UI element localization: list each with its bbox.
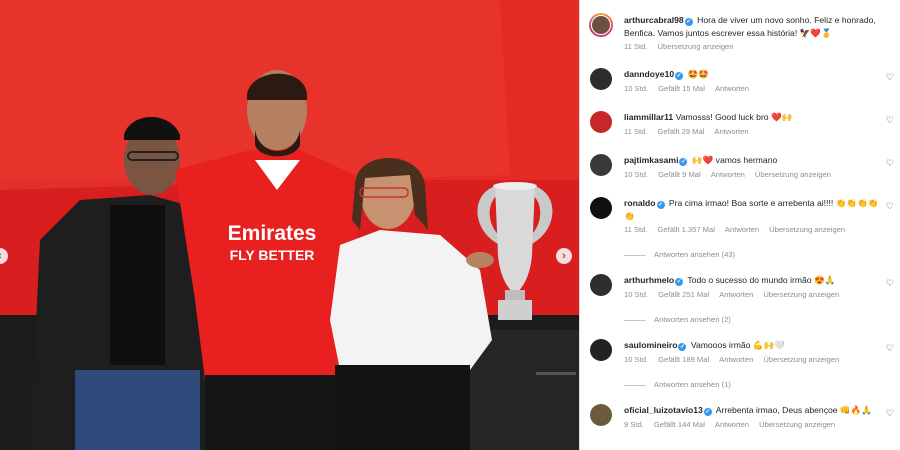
comment-username[interactable]: pajtimkasami <box>624 155 678 165</box>
chevron-left-icon: ‹ <box>0 250 2 262</box>
comment-text: 🙌❤️ vamos hermano <box>691 155 778 165</box>
heart-outline-icon[interactable]: ♡ <box>886 72 894 83</box>
comment-time: 10 Std. <box>624 354 649 364</box>
avatar[interactable] <box>590 404 612 426</box>
comment-username[interactable]: saulomineiro <box>624 340 677 350</box>
verified-badge-icon: ✓ <box>679 158 688 166</box>
avatar[interactable] <box>590 339 612 361</box>
verified-badge-icon: ✓ <box>703 408 712 416</box>
reply-button[interactable]: Antworten <box>725 225 759 234</box>
post-photo-illustration: Emirates FLY BETTER <box>0 0 579 450</box>
comment-text: Todo o sucesso do mundo irmão 😍🙏 <box>687 275 836 285</box>
comment-time: 11 Std. <box>624 126 648 136</box>
comment-likes[interactable]: Gefällt 9 Mal <box>658 170 701 179</box>
comment-username[interactable]: danndoye10 <box>624 69 674 79</box>
verified-badge-icon: ✓ <box>684 18 693 26</box>
reply-button[interactable]: Antworten <box>711 170 745 179</box>
comment-time: 10 Std. <box>624 169 649 179</box>
comment-text: Arrebenta irmao, Deus abençoe 👊🔥🙏 <box>715 405 873 415</box>
translate-button[interactable]: Übersetzung anzeigen <box>759 420 835 429</box>
reply-button[interactable]: Antworten <box>715 84 749 93</box>
translate-button[interactable]: Übersetzung anzeigen <box>763 355 839 364</box>
avatar[interactable] <box>590 68 612 90</box>
reply-button[interactable]: Antworten <box>715 420 749 429</box>
comment-likes[interactable]: Gefällt 15 Mal <box>658 84 705 93</box>
view-replies-button[interactable]: Antworten ansehen (43) <box>624 250 735 259</box>
verified-badge-icon: ✓ <box>656 201 665 209</box>
avatar[interactable] <box>589 13 613 37</box>
comment-likes[interactable]: Gefällt 189 Mal <box>658 355 709 364</box>
comment-likes[interactable]: Gefällt 251 Mal <box>658 290 709 299</box>
comment-time: 11 Std. <box>624 225 648 234</box>
avatar[interactable] <box>590 154 612 176</box>
next-photo-button[interactable]: › <box>556 248 572 264</box>
comment-time: 10 Std. <box>624 83 649 93</box>
avatar[interactable] <box>590 111 612 133</box>
heart-outline-icon[interactable]: ♡ <box>886 343 894 354</box>
translate-button[interactable]: Übersetzung anzeigen <box>769 225 845 234</box>
reply-button[interactable]: Antworten <box>719 290 753 299</box>
heart-outline-icon[interactable]: ♡ <box>886 115 894 126</box>
avatar[interactable] <box>590 197 612 219</box>
jersey-sponsor-line2: FLY BETTER <box>230 247 315 263</box>
comments-panel: arthurcabral98 ✓ Hora de viver um novo so… <box>579 0 900 450</box>
comment-username[interactable]: arthurhmelo <box>624 275 674 285</box>
caption-username[interactable]: arthurcabral98 <box>624 15 684 25</box>
comment-text: Vamooos irmão 💪🙌🤍 <box>690 340 785 350</box>
heart-outline-icon[interactable]: ♡ <box>886 201 894 212</box>
comment-likes[interactable]: Gefällt 1.357 Mal <box>658 225 715 234</box>
comment-likes[interactable]: Gefällt 144 Mal <box>654 420 705 429</box>
translate-button[interactable]: Übersetzung anzeigen <box>755 170 831 179</box>
verified-badge-icon: ✓ <box>675 278 684 286</box>
heart-outline-icon[interactable]: ♡ <box>886 408 894 419</box>
comment-username[interactable]: oficial_luizotavio13 <box>624 405 703 415</box>
reply-button[interactable]: Antworten <box>714 127 748 136</box>
comment-username[interactable]: liammillar11 <box>624 112 673 122</box>
view-replies-button[interactable]: Antworten ansehen (1) <box>624 380 731 389</box>
reply-button[interactable]: Antworten <box>719 355 753 364</box>
comment-text: Vamosss! Good luck bro ❤️🙌 <box>675 112 793 122</box>
avatar[interactable] <box>590 274 612 296</box>
view-replies-button[interactable]: Antworten ansehen (2) <box>624 315 731 324</box>
comment-likes[interactable]: Gefällt 29 Mal <box>658 127 705 136</box>
heart-outline-icon[interactable]: ♡ <box>886 278 894 289</box>
comment-text: 🤩🤩 <box>687 69 709 79</box>
verified-badge-icon: ✓ <box>675 72 684 80</box>
verified-badge-icon: ✓ <box>678 343 687 351</box>
jersey-sponsor-line1: Emirates <box>228 222 317 245</box>
comment-time: 9 Std. <box>624 419 644 429</box>
comment-time: 10 Std. <box>624 289 649 299</box>
comment-username[interactable]: ronaldo <box>624 198 656 208</box>
chevron-right-icon: › <box>562 250 566 262</box>
translate-button[interactable]: Übersetzung anzeigen <box>763 290 839 299</box>
translate-button[interactable]: Übersetzung anzeigen <box>658 42 734 51</box>
post-photo: Emirates FLY BETTER ‹ › <box>0 0 579 450</box>
caption-time: 11 Std. <box>624 42 648 51</box>
heart-outline-icon[interactable]: ♡ <box>886 158 894 169</box>
